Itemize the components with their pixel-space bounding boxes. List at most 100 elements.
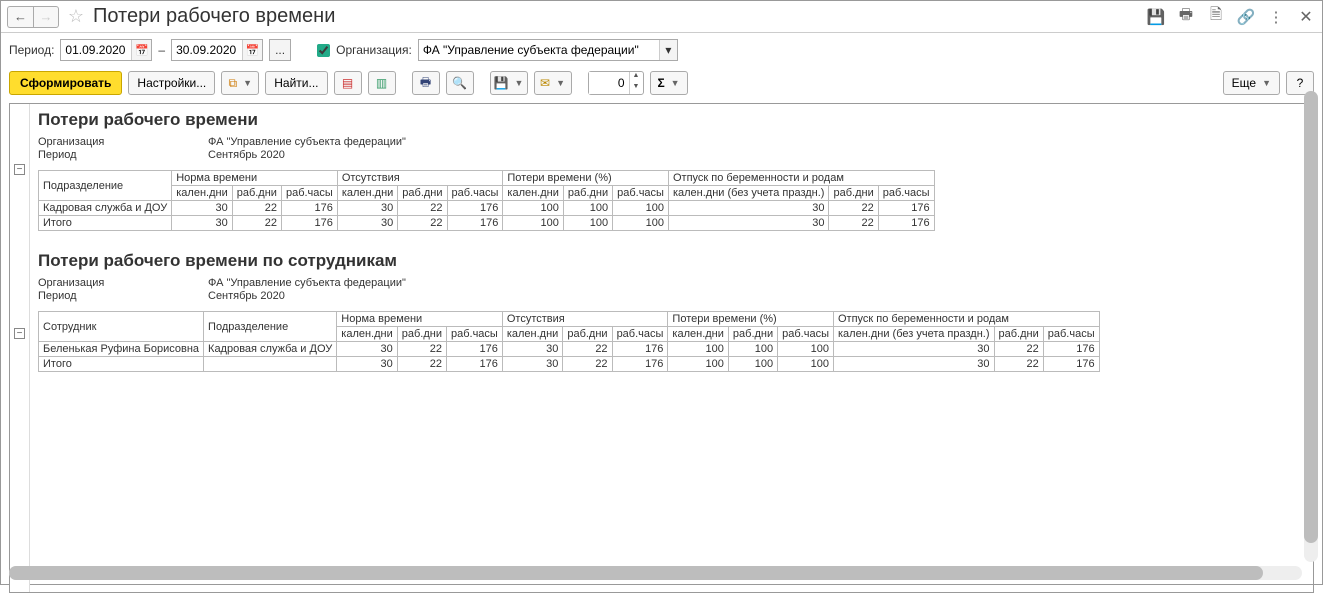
page-title: Потери рабочего времени xyxy=(93,5,335,28)
col-sub: кален.дни xyxy=(503,186,563,201)
date-from-field[interactable]: 📅 xyxy=(60,39,152,61)
col-sub: кален.дни xyxy=(668,327,728,342)
col-header: Потери времени (%) xyxy=(503,171,669,186)
col-sub: кален.дни (без учета праздн.) xyxy=(668,186,829,201)
save-icon[interactable]: 💾 xyxy=(1146,7,1166,27)
collapse-toggle[interactable]: − xyxy=(14,164,25,175)
col-header: Сотрудник xyxy=(39,312,204,342)
print-button[interactable]: 🖶 xyxy=(412,71,440,95)
more-button[interactable]: Еще▼ xyxy=(1223,71,1280,95)
org-input[interactable] xyxy=(419,40,659,60)
table-row-total: Итого 30 22 176 30 22 176 100 100 100 30… xyxy=(39,357,1100,372)
form-button[interactable]: Сформировать xyxy=(9,71,122,95)
date-to-input[interactable] xyxy=(172,40,242,60)
sum-menu-button[interactable]: Σ▼ xyxy=(650,71,688,95)
col-header: Отсутствия xyxy=(502,312,668,327)
outline-column: − − xyxy=(10,104,30,592)
col-sub: раб.дни xyxy=(563,327,612,342)
period-label: Период: xyxy=(9,43,54,57)
level-input[interactable] xyxy=(589,72,629,94)
dropdown-icon[interactable]: ▾ xyxy=(659,40,677,60)
report2-title: Потери рабочего времени по сотрудникам xyxy=(38,251,1305,271)
forward-button[interactable]: → xyxy=(33,6,59,28)
col-header: Норма времени xyxy=(172,171,338,186)
col-sub: раб.дни xyxy=(728,327,777,342)
spin-down[interactable]: ▼ xyxy=(630,83,643,94)
date-to-field[interactable]: 📅 xyxy=(171,39,263,61)
collapse-toggle[interactable]: − xyxy=(14,328,25,339)
report2-period-label: Период xyxy=(38,290,208,302)
vertical-scrollbar[interactable] xyxy=(1304,91,1318,562)
col-header: Отсутствия xyxy=(337,171,503,186)
col-header: Отпуск по беременности и родам xyxy=(668,171,934,186)
org-checkbox-input[interactable] xyxy=(317,44,330,57)
org-checkbox[interactable]: Организация: xyxy=(313,41,412,60)
table-row: Кадровая служба и ДОУ 30 22 176 30 22 17… xyxy=(39,201,935,216)
col-sub: раб.дни xyxy=(829,186,878,201)
org-label: Организация: xyxy=(336,43,412,57)
col-sub: кален.дни xyxy=(172,186,232,201)
variants-button[interactable]: ⧉▼ xyxy=(221,71,259,95)
col-sub: раб.дни xyxy=(994,327,1043,342)
more-menu-icon[interactable]: ⋮ xyxy=(1266,7,1286,27)
col-sub: раб.часы xyxy=(612,327,668,342)
back-button[interactable]: ← xyxy=(7,6,33,28)
date-dash: – xyxy=(158,43,165,57)
col-sub: кален.дни xyxy=(337,327,397,342)
col-sub: раб.дни xyxy=(232,186,281,201)
title-bar: ← → ☆ Потери рабочего времени 💾 🖶 🗎 🔗 ⋮ … xyxy=(1,1,1322,33)
col-sub: раб.часы xyxy=(878,186,934,201)
col-header: Подразделение xyxy=(39,171,172,201)
calendar-icon[interactable]: 📅 xyxy=(242,40,262,60)
period-picker-button[interactable]: ... xyxy=(269,39,291,61)
horizontal-scrollbar[interactable] xyxy=(9,566,1302,580)
report1-period-value: Сентябрь 2020 xyxy=(208,149,285,161)
level-spinner[interactable]: ▲▼ xyxy=(588,71,644,95)
table-row-total: Итого 30 22 176 30 22 176 100 100 100 30… xyxy=(39,216,935,231)
col-sub: раб.часы xyxy=(281,186,337,201)
col-sub: кален.дни xyxy=(502,327,562,342)
settings-button[interactable]: Настройки... xyxy=(128,71,215,95)
favorite-star-icon[interactable]: ☆ xyxy=(65,6,87,28)
print-icon[interactable]: 🖶 xyxy=(1176,7,1196,27)
col-sub: раб.часы xyxy=(446,327,502,342)
preview-button[interactable]: 🔍 xyxy=(446,71,474,95)
col-header: Норма времени xyxy=(337,312,503,327)
find-button[interactable]: Найти... xyxy=(265,71,327,95)
close-icon[interactable]: ✕ xyxy=(1296,7,1316,27)
col-header: Потери времени (%) xyxy=(668,312,834,327)
col-sub: раб.часы xyxy=(447,186,503,201)
expand-groups-button[interactable]: ▤ xyxy=(334,71,362,95)
toolbar: Сформировать Настройки... ⧉▼ Найти... ▤ … xyxy=(1,67,1322,103)
col-sub: раб.часы xyxy=(1043,327,1099,342)
report2-org-label: Организация xyxy=(38,277,208,289)
filter-bar: Период: 📅 – 📅 ... Организация: ▾ xyxy=(1,33,1322,67)
col-sub: раб.дни xyxy=(563,186,612,201)
col-sub: раб.дни xyxy=(397,327,446,342)
col-sub: кален.дни (без учета праздн.) xyxy=(834,327,995,342)
send-menu-button[interactable]: ✉▼ xyxy=(534,71,572,95)
save-menu-button[interactable]: 💾▼ xyxy=(490,71,528,95)
col-sub: раб.часы xyxy=(778,327,834,342)
col-header: Подразделение xyxy=(204,312,337,342)
col-sub: раб.часы xyxy=(613,186,669,201)
table-row: Беленькая Руфина Борисовна Кадровая служ… xyxy=(39,342,1100,357)
preview-icon[interactable]: 🗎 xyxy=(1206,7,1226,27)
report1-table: Подразделение Норма времени Отсутствия П… xyxy=(38,170,935,231)
report2-org-value: ФА "Управление субъекта федерации" xyxy=(208,277,406,289)
report2-period-value: Сентябрь 2020 xyxy=(208,290,285,302)
col-sub: раб.дни xyxy=(398,186,447,201)
report2-table: Сотрудник Подразделение Норма времени От… xyxy=(38,311,1100,372)
report1-period-label: Период xyxy=(38,149,208,161)
date-from-input[interactable] xyxy=(61,40,131,60)
report1-title: Потери рабочего времени xyxy=(38,110,1305,130)
spin-up[interactable]: ▲ xyxy=(630,72,643,83)
col-sub: кален.дни xyxy=(337,186,397,201)
calendar-icon[interactable]: 📅 xyxy=(131,40,151,60)
report-area: − − Потери рабочего времени ОрганизацияФ… xyxy=(9,103,1314,593)
report1-org-value: ФА "Управление субъекта федерации" xyxy=(208,136,406,148)
link-icon[interactable]: 🔗 xyxy=(1236,7,1256,27)
report1-org-label: Организация xyxy=(38,136,208,148)
org-select[interactable]: ▾ xyxy=(418,39,678,61)
collapse-groups-button[interactable]: ▥ xyxy=(368,71,396,95)
